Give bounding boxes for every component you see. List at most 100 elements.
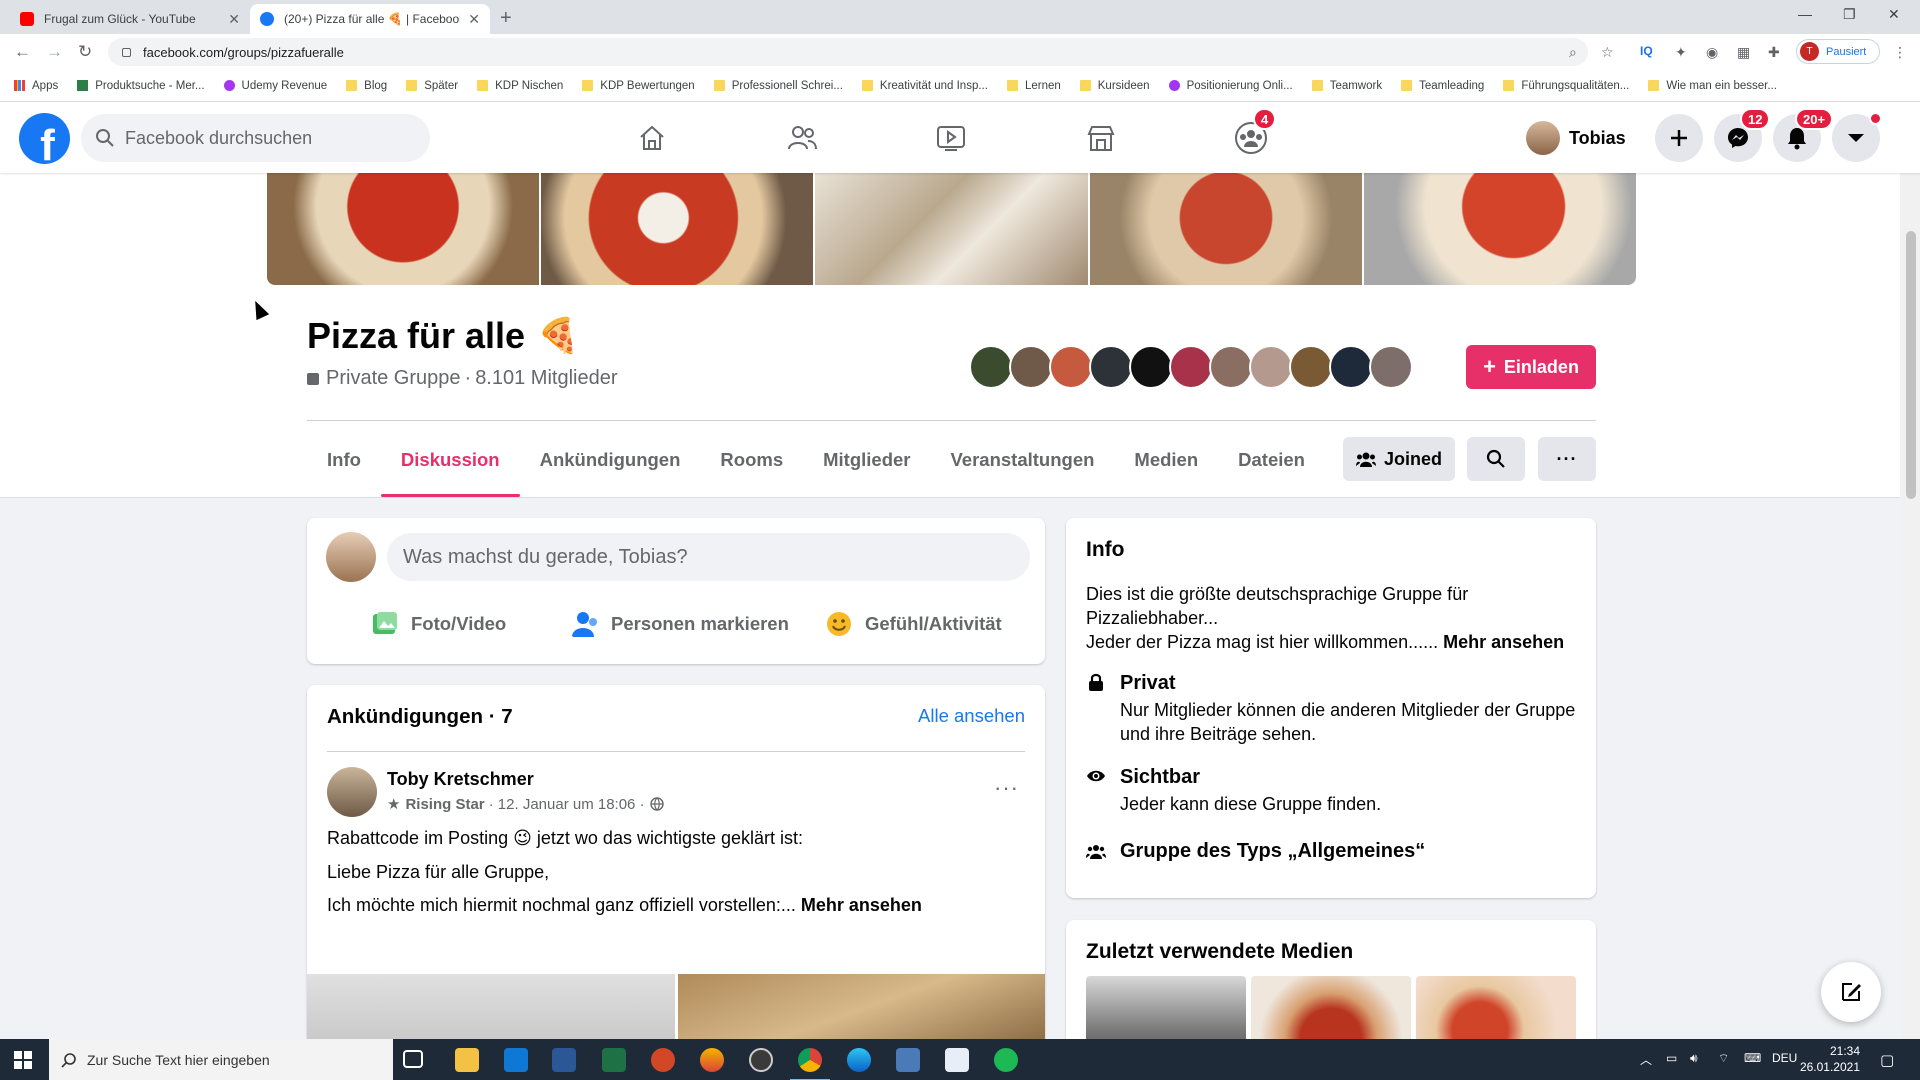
app-icon[interactable] [896, 1048, 920, 1072]
member-avatar[interactable] [1289, 345, 1333, 389]
chevron-up-icon[interactable]: ︿ [1640, 1051, 1652, 1068]
facebook-search-input[interactable]: Facebook durchsuchen [81, 114, 430, 162]
group-search-button[interactable] [1467, 437, 1525, 481]
powerpoint-icon[interactable] [651, 1048, 675, 1072]
close-icon[interactable]: ✕ [468, 11, 480, 28]
bookmark-item[interactable]: KDP Nischen [477, 80, 563, 92]
post-date[interactable]: · 12. Januar um 18:06 · [489, 796, 645, 813]
edge-icon[interactable] [847, 1048, 871, 1072]
bookmark-item[interactable]: Positionierung Onli... [1168, 80, 1293, 92]
post-options-icon[interactable]: ··· [994, 775, 1019, 801]
keyboard-icon[interactable]: ⌨ [1744, 1051, 1761, 1065]
tab-members[interactable]: Mitglieder [803, 437, 930, 497]
messenger-button[interactable]: 12 [1714, 108, 1771, 162]
post-image[interactable] [307, 974, 675, 1045]
language-indicator[interactable]: DEU [1772, 1051, 1797, 1065]
post-images[interactable] [307, 974, 1045, 1045]
invite-button[interactable]: + Einladen [1466, 345, 1596, 389]
tab-announcements[interactable]: Ankündigungen [520, 437, 701, 497]
star-icon[interactable]: ☆ [1601, 44, 1614, 61]
browser-tab-youtube[interactable]: Frugal zum Glück - YouTube ✕ [10, 4, 250, 34]
bookmark-item[interactable]: Später [406, 80, 458, 92]
new-message-button[interactable] [1821, 962, 1881, 1022]
tab-rooms[interactable]: Rooms [700, 437, 803, 497]
bookmark-item[interactable]: Kursideen [1079, 80, 1150, 92]
joined-button[interactable]: Joined [1343, 437, 1455, 481]
member-avatar[interactable] [1009, 345, 1053, 389]
extension-icon[interactable]: ◉ [1706, 44, 1718, 61]
chrome-icon[interactable] [790, 1048, 830, 1080]
network-icon[interactable]: ⌔ [1718, 1051, 1729, 1066]
post-author[interactable]: Toby Kretschmer [387, 769, 534, 790]
notepad-icon[interactable] [945, 1048, 969, 1072]
member-avatar[interactable] [1049, 345, 1093, 389]
home-icon[interactable] [630, 116, 674, 160]
member-avatar[interactable] [1369, 345, 1413, 389]
mail-icon[interactable] [504, 1048, 528, 1072]
notifications-button[interactable]: 20+ [1773, 108, 1834, 162]
task-view-icon[interactable] [403, 1050, 423, 1068]
window-close-icon[interactable]: ✕ [1888, 6, 1900, 23]
feeling-activity-button[interactable]: Gefühl/Aktivität [825, 610, 1002, 638]
notification-center-icon[interactable]: ▢ [1880, 1051, 1894, 1069]
groups-icon[interactable]: 4 [1229, 108, 1277, 160]
tag-people-button[interactable]: Personen markieren [571, 610, 789, 638]
puzzle-icon[interactable]: ✚ [1768, 44, 1780, 61]
bookmark-item[interactable]: Udemy Revenue [223, 80, 327, 92]
facebook-logo[interactable]: f [19, 113, 70, 164]
post-image[interactable] [678, 974, 1045, 1045]
bookmark-item[interactable]: Teamleading [1401, 80, 1484, 92]
more-options-button[interactable]: ··· [1538, 437, 1596, 481]
page-scrollbar[interactable] [1902, 173, 1920, 1039]
obs-icon[interactable] [749, 1048, 773, 1072]
see-all-link[interactable]: Alle ansehen [918, 705, 1025, 727]
bookmark-item[interactable]: Professionell Schrei... [713, 80, 843, 92]
app-icon[interactable] [700, 1048, 724, 1072]
taskbar-search-input[interactable]: Zur Suche Text hier eingeben [49, 1039, 393, 1080]
tab-events[interactable]: Veranstaltungen [930, 437, 1114, 497]
avatar[interactable] [326, 532, 376, 582]
member-avatar[interactable] [1209, 345, 1253, 389]
bookmark-item[interactable]: Lernen [1006, 80, 1061, 92]
file-explorer-icon[interactable] [455, 1048, 479, 1072]
profile-chip[interactable]: Tobias [1526, 118, 1626, 158]
member-avatar[interactable] [1329, 345, 1373, 389]
extension-iq-icon[interactable]: IQ [1640, 44, 1653, 58]
volume-icon[interactable]: 🔊︎ [1690, 1051, 1698, 1066]
reload-icon[interactable]: ↻ [78, 42, 92, 62]
excel-icon[interactable] [602, 1048, 626, 1072]
back-icon[interactable]: ← [14, 42, 31, 62]
tab-files[interactable]: Dateien [1218, 437, 1325, 497]
post-author-avatar[interactable] [327, 767, 377, 817]
minimize-icon[interactable]: — [1798, 6, 1812, 22]
tab-media[interactable]: Medien [1114, 437, 1218, 497]
member-avatars[interactable] [969, 345, 1413, 389]
menu-kebab-icon[interactable]: ⋮ [1893, 44, 1907, 61]
composer-input[interactable]: Was machst du gerade, Tobias? [387, 533, 1030, 581]
photo-video-button[interactable]: Foto/Video [371, 610, 506, 638]
bookmark-item[interactable]: KDP Bewertungen [582, 80, 695, 92]
member-avatar[interactable] [969, 345, 1013, 389]
forward-icon[interactable]: → [46, 42, 63, 62]
bookmark-item[interactable]: Wie man ein besser... [1648, 80, 1777, 92]
bookmark-item[interactable]: Teamwork [1311, 80, 1382, 92]
bookmark-apps[interactable]: Apps [14, 80, 58, 92]
group-members-count[interactable]: 8.101 Mitglieder [475, 367, 617, 390]
marketplace-icon[interactable] [1079, 116, 1123, 160]
see-more-link[interactable]: Mehr ansehen [1443, 632, 1564, 652]
create-button[interactable] [1655, 114, 1703, 162]
member-avatar[interactable] [1169, 345, 1213, 389]
browser-tab-facebook[interactable]: (20+) Pizza für alle 🍕 | Facebook ✕ [250, 4, 490, 34]
restore-icon[interactable]: ❐ [1843, 6, 1856, 23]
account-menu-button[interactable] [1832, 112, 1882, 162]
windows-start-icon[interactable] [14, 1051, 32, 1069]
member-avatar[interactable] [1129, 345, 1173, 389]
group-privacy[interactable]: Private Gruppe [326, 367, 461, 390]
tray-icon[interactable]: ▭ [1666, 1051, 1677, 1065]
cover-photo[interactable] [267, 173, 1636, 285]
profile-button[interactable]: T Pausiert [1796, 39, 1880, 64]
tab-discussion[interactable]: Diskussion [380, 437, 520, 497]
member-avatar[interactable] [1249, 345, 1293, 389]
close-icon[interactable]: ✕ [228, 11, 240, 28]
tab-info[interactable]: Info [307, 437, 381, 497]
